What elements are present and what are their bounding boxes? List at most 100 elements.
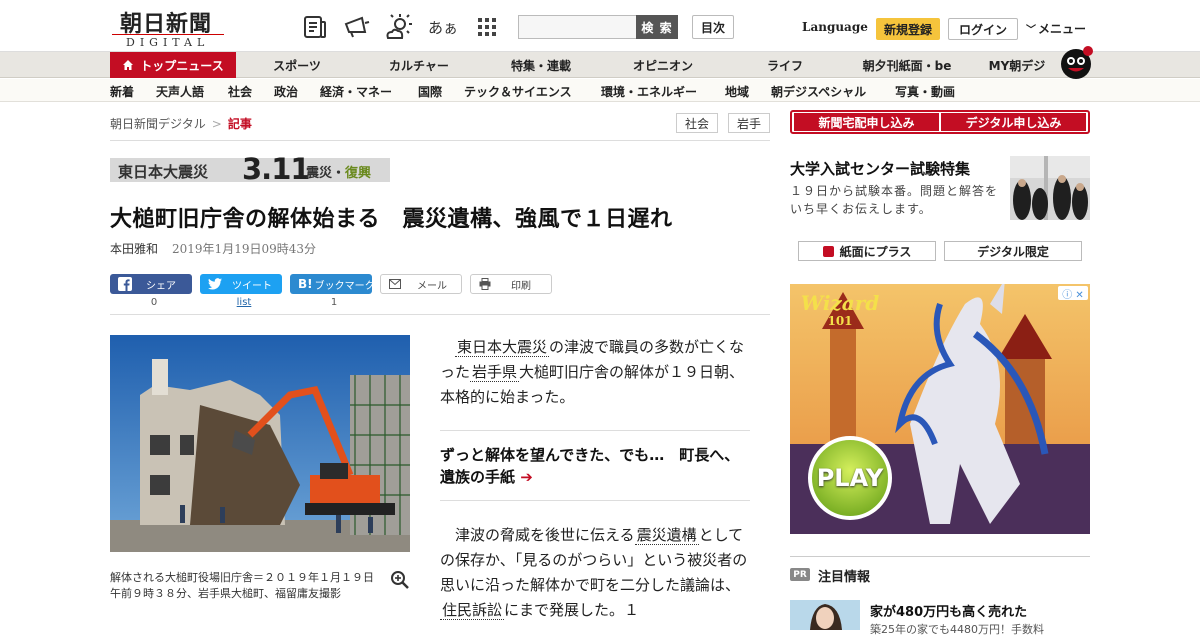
logo-divider (112, 34, 224, 35)
home-icon (123, 60, 134, 70)
register-button[interactable]: 新規登録 (876, 18, 940, 40)
promo-image[interactable] (1010, 156, 1090, 220)
newspaper-plus-label: 紙面にプラス (839, 244, 912, 259)
pr-headline[interactable]: 家が480万円も高く売れた (870, 601, 1027, 620)
search-button[interactable]: 検 索 (636, 15, 678, 39)
keyword-link-great-east-japan-earthquake[interactable]: 東日本大震災 (455, 338, 550, 357)
font-size-icon[interactable]: あぁ (428, 12, 458, 42)
twitter-icon (208, 278, 222, 290)
nav-life[interactable]: ライフ (760, 52, 810, 78)
primary-nav: トップニュース スポーツ カルチャー 特集・連載 オピニオン ライフ 朝夕刊紙面… (0, 52, 1200, 78)
weather-icon[interactable] (384, 12, 414, 42)
megaphone-icon[interactable] (342, 12, 372, 42)
mail-button[interactable]: メール (380, 274, 462, 294)
hatena-bookmark-icon: B! (298, 277, 313, 291)
search-input[interactable] (518, 15, 636, 39)
article-photo[interactable] (110, 335, 410, 552)
banner-date: 3.11 (242, 152, 311, 186)
nav-sports[interactable]: スポーツ (266, 52, 328, 78)
nav2-politics[interactable]: 政治 (274, 83, 298, 100)
nav2-economy[interactable]: 経済・マネー (320, 83, 392, 100)
menu-button[interactable]: ﹀ メニュー (1026, 20, 1086, 37)
print-icon (479, 278, 491, 290)
mail-icon (389, 279, 401, 289)
mail-label: メール (417, 280, 447, 292)
divider (110, 140, 770, 141)
newspaper-delivery-button[interactable]: 新聞宅配申し込み (794, 113, 939, 131)
nav2-special[interactable]: 朝デジスペシャル (771, 83, 866, 100)
pr-subtext: 築25年の家でも4480万円！手数料 (870, 623, 1044, 636)
breadcrumb: 朝日新聞デジタル > 記事 (110, 115, 252, 132)
chevron-down-icon: ﹀ (1026, 25, 1036, 36)
nav-my-asadigi[interactable]: MY朝デジ (984, 52, 1050, 78)
login-button[interactable]: ログイン (948, 18, 1018, 40)
nav-top-news-label: トップニュース (140, 58, 224, 73)
nav2-latest[interactable]: 新着 (110, 83, 134, 100)
tag-iwate[interactable]: 岩手 (728, 113, 770, 133)
language-link[interactable]: Language (802, 20, 868, 34)
paragraph-2-text-a: 津波の脅威を後世に伝える (455, 526, 635, 544)
nav2-tenseijingo[interactable]: 天声人語 (156, 83, 204, 100)
article-headline: 大槌町旧庁舎の解体始まる 震災遺構、強風で１日遅れ (110, 207, 673, 232)
nav-features[interactable]: 特集・連載 (504, 52, 578, 78)
ad-play-label: PLAY (816, 464, 884, 492)
nav2-society[interactable]: 社会 (228, 83, 252, 100)
related-article-link[interactable]: ずっと解体を望んできた、でも… 町長へ、遺族の手紙 ➔ (440, 430, 750, 501)
tweet-list-link[interactable]: list (204, 297, 284, 308)
promo-description: １９日から試験本番。問題と解答をいち早くお伝えします。 (790, 184, 999, 216)
breadcrumb-current: 記事 (227, 117, 252, 131)
publish-date: 2019年1月19日09時43分 (172, 242, 316, 256)
print-label: 印刷 (511, 280, 531, 292)
digital-only-button[interactable]: デジタル限定 (944, 241, 1082, 261)
nav-top-news[interactable]: トップニュース (110, 52, 236, 78)
pr-section-title: 注目情報 (818, 570, 871, 585)
toc-button[interactable]: 目次 (692, 15, 734, 39)
newspaper-icon[interactable] (300, 12, 330, 42)
tag-society[interactable]: 社会 (676, 113, 718, 133)
print-button[interactable]: 印刷 (470, 274, 552, 294)
article-paragraph-1: 東日本大震災 の津波で職員の多数が亡くなった 岩手県 大槌町旧庁舎の解体が１９日朝、本… (440, 335, 750, 410)
newspaper-plus-button[interactable]: 紙面にプラス (798, 241, 936, 261)
tweet-button[interactable]: ツイート (200, 274, 282, 294)
author[interactable]: 本田雅和 (110, 242, 158, 256)
paragraph-2-text-c: にまで発展した。１ (504, 601, 640, 619)
photo-caption: 解体される大槌町役場旧庁舎＝２０１９年１月１９日午前９時３８分、岩手県大槌町、福… (110, 571, 374, 600)
banner-subtitle-a: 震災・ (306, 166, 346, 181)
nav-culture[interactable]: カルチャー (382, 52, 456, 78)
nav2-environment[interactable]: 環境・エネルギー (601, 83, 697, 100)
facebook-share-button[interactable]: シェア (110, 274, 192, 294)
subscribe-box: 新聞宅配申し込み デジタル申し込み (790, 110, 1090, 134)
digital-subscribe-button[interactable]: デジタル申し込み (941, 113, 1086, 131)
ad-play-button[interactable]: PLAY (808, 436, 892, 520)
site-header: 朝日新聞 DIGITAL あぁ 検 索 目次 Language 新規登録 ログイ… (0, 0, 1200, 52)
pr-image[interactable] (790, 600, 860, 630)
series-banner[interactable]: 東日本大震災 3.11 震災・復興 (110, 152, 390, 186)
byline: 本田雅和 2019年1月19日09時43分 (110, 240, 316, 257)
divider (790, 556, 1090, 557)
keyword-link-iwate[interactable]: 岩手県 (470, 363, 520, 382)
promo-title[interactable]: 大学入試センター試験特集 (790, 158, 970, 179)
hatena-bookmark-button[interactable]: B! ブックマーク (290, 274, 375, 294)
mascot-icon[interactable] (1058, 44, 1094, 80)
breadcrumb-root[interactable]: 朝日新聞デジタル (110, 117, 206, 131)
keyword-link-disaster-remains[interactable]: 震災遺構 (634, 526, 699, 545)
facebook-icon (118, 277, 132, 291)
newspaper-plus-icon (822, 245, 834, 257)
keyword-link-resident-lawsuit[interactable]: 住民訴訟 (440, 601, 505, 620)
nav2-tech-science[interactable]: テック＆サイエンス (464, 83, 572, 100)
asahi-digital-logo[interactable]: 朝日新聞 DIGITAL (112, 6, 232, 49)
nav-opinion[interactable]: オピニオン (626, 52, 700, 78)
ad-close-button[interactable]: ⓘ ✕ (1058, 286, 1088, 301)
hatena-bookmark-label: ブックマーク (314, 280, 375, 292)
nav-newspaper-be[interactable]: 朝夕刊紙面・be (858, 52, 956, 78)
tweet-label: ツイート (232, 280, 272, 292)
advertisement[interactable]: Wizard 101 PLAY ⓘ ✕ (790, 284, 1090, 534)
nav2-photo-video[interactable]: 写真・動画 (895, 83, 955, 100)
divider (110, 314, 770, 315)
nav2-region[interactable]: 地域 (725, 83, 749, 100)
banner-subtitle: 震災・復興 (306, 162, 371, 181)
zoom-in-icon[interactable] (390, 570, 410, 590)
grid-menu-icon[interactable] (472, 12, 502, 42)
hatena-bookmark-count: 1 (330, 297, 338, 308)
nav2-international[interactable]: 国際 (418, 83, 442, 100)
